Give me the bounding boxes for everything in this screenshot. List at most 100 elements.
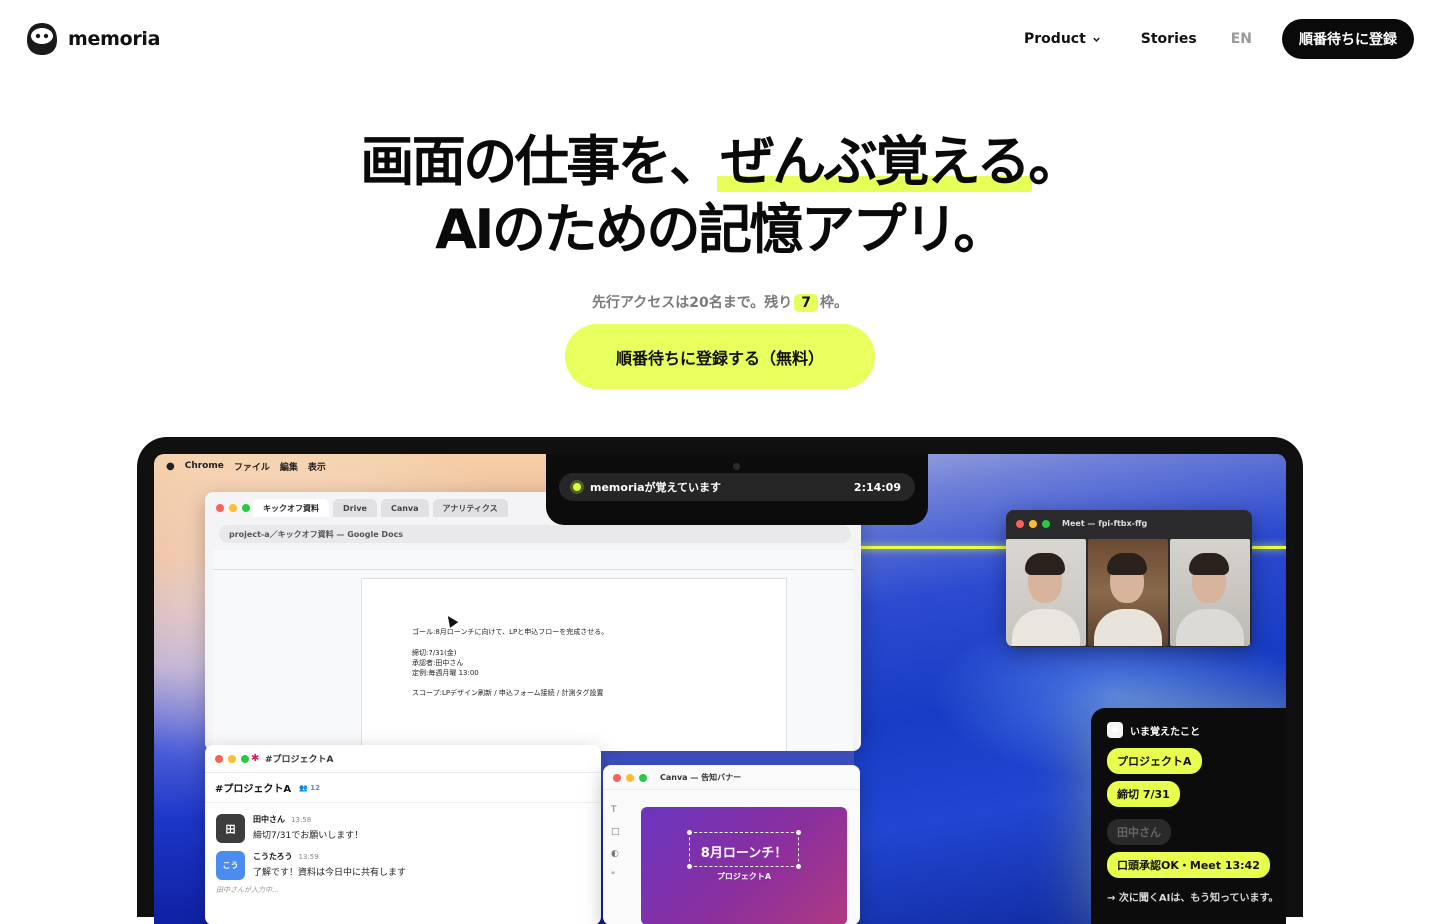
memory-chip-row: 締切 7/31 <box>1107 781 1286 814</box>
meet-window-controls <box>1016 520 1050 528</box>
nav-product-label: Product <box>1024 31 1086 47</box>
main-nav: Product Stories EN 順番待ちに登録 <box>1024 19 1414 59</box>
canva-toolbar: T □ ◐ " <box>611 805 620 881</box>
memory-chip: 口頭承認OK・Meet 13:42 <box>1107 852 1270 878</box>
resize-handle[interactable] <box>796 864 801 869</box>
doc-canvas: ゴール:8月ローンチに向けて、LPと申込フローを完成させる。 締切:7/31(金… <box>213 550 853 751</box>
slack-member-count[interactable]: 👥 12 <box>299 784 320 792</box>
message-author[interactable]: 田中さん <box>253 815 285 824</box>
menubar-app[interactable]: Chrome <box>185 461 224 471</box>
maximize-window-icon[interactable] <box>1042 520 1050 528</box>
shape-tool-icon[interactable]: □ <box>611 827 620 837</box>
meet-window: Meet — fpi-ftbx-ffg <box>1006 510 1252 647</box>
recording-indicator[interactable]: memoriaが覚えています 2:14:09 <box>559 473 915 501</box>
video-tile[interactable] <box>1088 539 1168 646</box>
memoria-small-icon: ◉ <box>1107 722 1123 738</box>
memory-chip-pending: 田中さん <box>1107 819 1171 845</box>
hero-headline-period: 。 <box>1028 130 1082 193</box>
brand-logo[interactable]: memoria <box>26 22 160 56</box>
recording-dot-icon <box>573 483 581 491</box>
memory-panel-header: ◉ いま覚えたこと <box>1107 722 1286 738</box>
hero-headline-line2: AIのための記憶アプリ。 <box>435 198 1007 261</box>
doc-page[interactable]: ゴール:8月ローンチに向けて、LPと申込フローを完成させる。 締切:7/31(金… <box>361 578 787 751</box>
resize-handle[interactable] <box>687 864 692 869</box>
canva-window-controls <box>613 774 647 782</box>
close-window-icon[interactable] <box>216 504 224 512</box>
hero-headline-highlight: ぜんぶ覚える <box>716 128 1033 196</box>
minimize-window-icon[interactable] <box>228 755 236 763</box>
text-tool-icon[interactable]: T <box>611 805 620 815</box>
menubar-file[interactable]: ファイル <box>234 460 270 473</box>
menubar-edit[interactable]: 編集 <box>280 460 298 473</box>
close-window-icon[interactable] <box>613 774 621 782</box>
doc-line-goal: ゴール:8月ローンチに向けて、LPと申込フローを完成させる。 <box>412 628 609 636</box>
participant-body <box>1012 609 1080 646</box>
maximize-window-icon[interactable] <box>639 774 647 782</box>
slack-message: 田 田中さん 13:58 締切7/31でお願いします！ <box>216 814 363 843</box>
minimize-window-icon[interactable] <box>1029 520 1037 528</box>
slack-channel-name[interactable]: #プロジェクトA <box>215 780 291 795</box>
avatar[interactable]: こう <box>216 851 245 880</box>
menubar-view[interactable]: 表示 <box>308 460 326 473</box>
hero-subtext-a: 先行アクセスは20名まで。残り <box>592 295 793 311</box>
canva-titlebar: Canva — 告知バナー <box>603 765 860 790</box>
doc-line-scope: スコープ:LPデザイン刷新 / 申込フォーム接続 / 計測タグ設置 <box>412 689 604 697</box>
address-bar[interactable]: project-a／キックオフ資料 — Google Docs <box>219 525 851 543</box>
video-tile[interactable] <box>1006 539 1086 646</box>
nav-stories[interactable]: Stories <box>1141 31 1197 47</box>
maximize-window-icon[interactable] <box>242 504 250 512</box>
participant-hair <box>1189 553 1229 575</box>
minimize-window-icon[interactable] <box>626 774 634 782</box>
memory-panel: ◉ いま覚えたこと プロジェクトA 締切 7/31 田中さん 口頭承認OK・Me… <box>1091 708 1286 924</box>
banner-subtitle[interactable]: プロジェクトA <box>641 871 847 882</box>
site-header: memoria Product Stories EN 順番待ちに登録 <box>0 0 1440 80</box>
mouse-cursor-icon <box>443 613 459 628</box>
maximize-window-icon[interactable] <box>241 755 249 763</box>
memory-chip: プロジェクトA <box>1107 748 1202 774</box>
doc-line-approver: 承認者:田中さん <box>412 659 464 667</box>
banner-artboard[interactable]: 8月ローンチ！ プロジェクトA <box>641 807 847 924</box>
message-time: 13:59 <box>298 853 319 861</box>
tab-canva[interactable]: Canva <box>380 499 429 517</box>
video-tile[interactable] <box>1170 539 1250 646</box>
tab-drive[interactable]: Drive <box>333 499 377 517</box>
avatar[interactable]: 田 <box>216 814 245 843</box>
resize-handle[interactable] <box>796 830 801 835</box>
slack-window: ✱ #プロジェクトA #プロジェクトA 👥 12 田 田中さん 13:58 締切7… <box>205 745 601 924</box>
nav-product[interactable]: Product <box>1024 31 1101 47</box>
tab-kickoff[interactable]: キックオフ資料 <box>253 499 329 517</box>
close-window-icon[interactable] <box>1016 520 1024 528</box>
message-author[interactable]: こうたろう <box>253 852 293 861</box>
apple-icon: ● <box>166 460 175 472</box>
window-controls <box>216 504 250 512</box>
slack-logo-icon: ✱ <box>251 753 260 764</box>
banner-title[interactable]: 8月ローンチ！ <box>641 842 847 861</box>
remaining-slots-badge: 7 <box>794 294 818 312</box>
hero-waitlist-button[interactable]: 順番待ちに登録する（無料） <box>565 324 875 389</box>
quote-tool-icon[interactable]: " <box>611 871 620 881</box>
memory-chip-row: プロジェクトA <box>1107 748 1286 781</box>
participant-hair <box>1025 553 1065 575</box>
hero-headline-part1: 画面の仕事を、 <box>360 130 723 193</box>
message-meta: こうたろう 13:59 <box>253 851 406 862</box>
tab-analytics[interactable]: アナリティクス <box>432 499 508 517</box>
doc-ruler <box>213 560 853 570</box>
close-window-icon[interactable] <box>215 755 223 763</box>
hero-headline: 画面の仕事を、ぜんぶ覚える。 AIのための記憶アプリ。 <box>0 128 1440 264</box>
hero-subtext-b: 枠。 <box>819 295 848 311</box>
language-switch[interactable]: EN <box>1231 31 1252 47</box>
message-body: 田中さん 13:58 締切7/31でお願いします！ <box>253 814 363 843</box>
message-body: こうたろう 13:59 了解です！資料は今日中に共有します <box>253 851 406 880</box>
minimize-window-icon[interactable] <box>229 504 237 512</box>
laptop-mockup: ● Chrome ファイル 編集 表示 キックオフ資料 Drive Canva … <box>137 437 1303 924</box>
meet-titlebar: Meet — fpi-ftbx-ffg <box>1006 510 1252 537</box>
participant-body <box>1094 609 1162 646</box>
recording-timer: 2:14:09 <box>853 480 901 494</box>
color-tool-icon[interactable]: ◐ <box>611 849 620 859</box>
memoria-logo-icon <box>26 22 58 56</box>
canva-window-title: Canva — 告知バナー <box>660 772 742 782</box>
resize-handle[interactable] <box>687 830 692 835</box>
header-waitlist-button[interactable]: 順番待ちに登録 <box>1282 19 1414 59</box>
memory-chip-row: 田中さん <box>1107 819 1286 852</box>
chevron-down-icon <box>1093 37 1100 42</box>
